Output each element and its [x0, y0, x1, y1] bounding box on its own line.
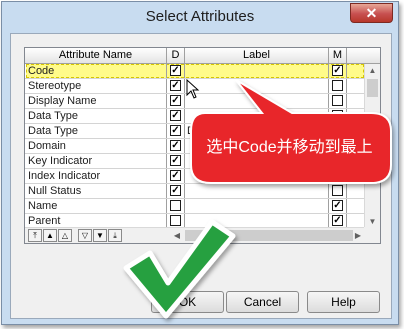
- green-checkmark-icon: [123, 219, 236, 319]
